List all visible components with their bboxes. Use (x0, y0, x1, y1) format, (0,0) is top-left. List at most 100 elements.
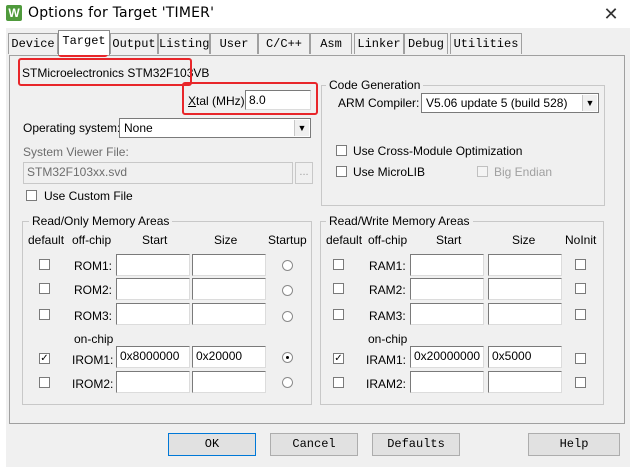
rom3-size-input[interactable] (192, 303, 266, 325)
ram-header-size: Size (512, 233, 536, 247)
ram1-label: RAM1: (369, 259, 406, 273)
rom2-startup-radio[interactable] (282, 285, 293, 296)
irom2-default-checkbox[interactable] (39, 377, 50, 388)
irom1-startup-radio[interactable] (282, 352, 293, 363)
tab-c-cpp[interactable]: C/C++ (258, 33, 310, 54)
tab-device[interactable]: Device (8, 33, 58, 54)
rom1-label: ROM1: (74, 259, 113, 273)
iram1-noinit-checkbox[interactable] (575, 353, 586, 364)
ram-header-offchip: off-chip (368, 233, 408, 247)
tab-strip: Device Target Output Listing User C/C++ … (8, 30, 528, 55)
rom2-start-input[interactable] (116, 278, 190, 300)
rom3-label: ROM3: (74, 309, 113, 323)
keil-app-icon: W (6, 5, 22, 21)
close-icon[interactable]: ✕ (598, 3, 624, 25)
ram2-default-checkbox[interactable] (333, 283, 344, 294)
big-endian-checkbox[interactable] (477, 166, 488, 177)
rom1-default-checkbox[interactable] (39, 259, 50, 270)
os-label: Operating system: (23, 121, 121, 135)
ram3-label: RAM3: (369, 309, 406, 323)
os-select-value: None (124, 121, 153, 135)
tab-utilities[interactable]: Utilities (450, 33, 522, 54)
tab-debug[interactable]: Debug (404, 33, 448, 54)
svf-label: System Viewer File: (23, 145, 129, 159)
window-title: Options for Target 'TIMER' (28, 5, 215, 21)
microlib-checkbox[interactable] (336, 166, 347, 177)
irom1-default-checkbox[interactable]: ✓ (39, 353, 50, 364)
cancel-button[interactable]: Cancel (270, 433, 358, 456)
iram1-size-input[interactable]: 0x5000 (488, 346, 562, 368)
cross-module-label: Use Cross-Module Optimization (353, 144, 523, 158)
rom3-default-checkbox[interactable] (39, 309, 50, 320)
ram-header-default: default (326, 233, 363, 247)
rom-group-title: Read/Only Memory Areas (29, 214, 173, 228)
iram1-start-input[interactable]: 0x20000000 (410, 346, 484, 368)
chevron-down-icon: ▼ (582, 95, 597, 111)
tab-listing[interactable]: Listing (158, 33, 210, 54)
xtal-highlight (182, 82, 318, 115)
ram3-size-input[interactable] (488, 303, 562, 325)
ram1-size-input[interactable] (488, 254, 562, 276)
rom2-label: ROM2: (74, 283, 113, 297)
arm-compiler-value: V5.06 update 5 (build 528) (426, 96, 568, 110)
irom2-startup-radio[interactable] (282, 377, 293, 388)
rom1-size-input[interactable] (192, 254, 266, 276)
iram1-default-checkbox[interactable]: ✓ (333, 353, 344, 364)
tab-output[interactable]: Output (110, 33, 158, 54)
tab-target[interactable]: Target (58, 30, 110, 55)
rom2-default-checkbox[interactable] (39, 283, 50, 294)
ram1-noinit-checkbox[interactable] (575, 259, 586, 270)
ok-button[interactable]: OK (168, 433, 256, 456)
rom1-startup-radio[interactable] (282, 260, 293, 271)
rom-header-start: Start (142, 233, 168, 247)
ram2-label: RAM2: (369, 283, 406, 297)
rom3-startup-radio[interactable] (282, 311, 293, 322)
ram2-size-input[interactable] (488, 278, 562, 300)
custom-file-checkbox[interactable] (26, 190, 37, 201)
rom3-start-input[interactable] (116, 303, 190, 325)
big-endian-label: Big Endian (494, 165, 553, 179)
ram2-noinit-checkbox[interactable] (575, 283, 586, 294)
code-generation-title: Code Generation (326, 78, 424, 92)
ram-header-noinit: NoInit (565, 233, 597, 247)
ram1-start-input[interactable] (410, 254, 484, 276)
rom2-size-input[interactable] (192, 278, 266, 300)
iram2-size-input[interactable] (488, 371, 562, 393)
rom-onchip-label: on-chip (74, 332, 114, 346)
iram2-start-input[interactable] (410, 371, 484, 393)
tab-asm[interactable]: Asm (310, 33, 352, 54)
ram1-default-checkbox[interactable] (333, 259, 344, 270)
os-select[interactable]: None ▼ (119, 118, 311, 138)
ram2-start-input[interactable] (410, 278, 484, 300)
chevron-down-icon: ▼ (294, 120, 309, 136)
ram3-start-input[interactable] (410, 303, 484, 325)
ram-group-title: Read/Write Memory Areas (326, 214, 473, 228)
rom-header-startup: Startup (268, 233, 307, 247)
rom-header-size: Size (214, 233, 238, 247)
ram3-noinit-checkbox[interactable] (575, 309, 586, 320)
rom-header-offchip: off-chip (72, 233, 112, 247)
irom1-size-input[interactable]: 0x20000 (192, 346, 266, 368)
ram3-default-checkbox[interactable] (333, 309, 344, 320)
cross-module-checkbox[interactable] (336, 145, 347, 156)
ram-onchip-label: on-chip (368, 332, 408, 346)
tab-linker[interactable]: Linker (354, 33, 404, 54)
ram-header-start: Start (436, 233, 462, 247)
arm-compiler-label: ARM Compiler: (338, 96, 420, 110)
svf-input[interactable]: STM32F103xx.svd (23, 162, 293, 184)
iram2-noinit-checkbox[interactable] (575, 377, 586, 388)
irom2-start-input[interactable] (116, 371, 190, 393)
custom-file-label: Use Custom File (44, 189, 133, 203)
microlib-label: Use MicroLIB (353, 165, 426, 179)
rom1-start-input[interactable] (116, 254, 190, 276)
irom2-size-input[interactable] (192, 371, 266, 393)
defaults-button[interactable]: Defaults (372, 433, 460, 456)
irom1-start-input[interactable]: 0x8000000 (116, 346, 190, 368)
svf-browse-button[interactable]: ... (295, 162, 313, 184)
irom2-label: IROM2: (72, 377, 114, 391)
iram1-label: IRAM1: (366, 353, 407, 367)
tab-user[interactable]: User (210, 33, 258, 54)
help-button[interactable]: Help (528, 433, 620, 456)
arm-compiler-select[interactable]: V5.06 update 5 (build 528) ▼ (421, 93, 599, 113)
iram2-default-checkbox[interactable] (333, 377, 344, 388)
